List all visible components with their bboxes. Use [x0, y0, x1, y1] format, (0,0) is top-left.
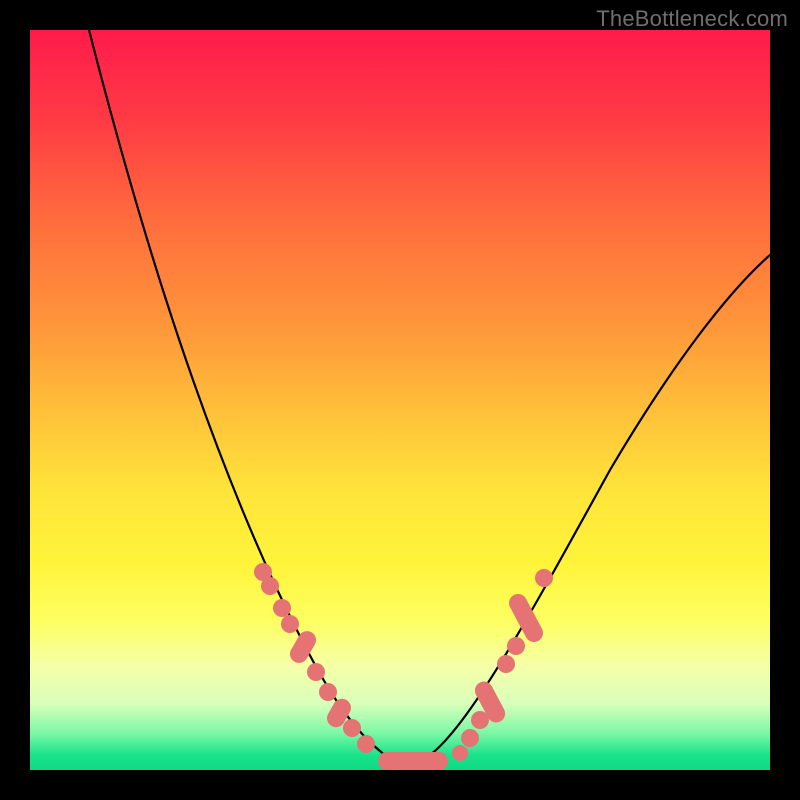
marker-dot	[261, 577, 279, 595]
chart-frame: TheBottleneck.com	[0, 0, 800, 800]
plot-area	[30, 30, 770, 770]
marker-dot	[507, 637, 525, 655]
marker-pill	[506, 591, 546, 645]
marker-cluster-bottom	[378, 745, 468, 770]
curve-svg	[30, 30, 770, 770]
marker-dot	[452, 745, 468, 761]
marker-dot	[497, 655, 515, 673]
marker-dot	[281, 615, 299, 633]
marker-cluster-left	[254, 563, 375, 753]
watermark-text: TheBottleneck.com	[596, 6, 788, 32]
marker-dot	[535, 569, 553, 587]
marker-dot	[357, 735, 375, 753]
marker-dot	[461, 729, 479, 747]
marker-pill	[378, 752, 448, 770]
marker-dot	[273, 599, 291, 617]
marker-dot	[307, 663, 325, 681]
marker-dot	[343, 719, 361, 737]
marker-dot	[319, 683, 337, 701]
bottleneck-curve	[89, 30, 770, 763]
marker-pill	[287, 628, 320, 666]
